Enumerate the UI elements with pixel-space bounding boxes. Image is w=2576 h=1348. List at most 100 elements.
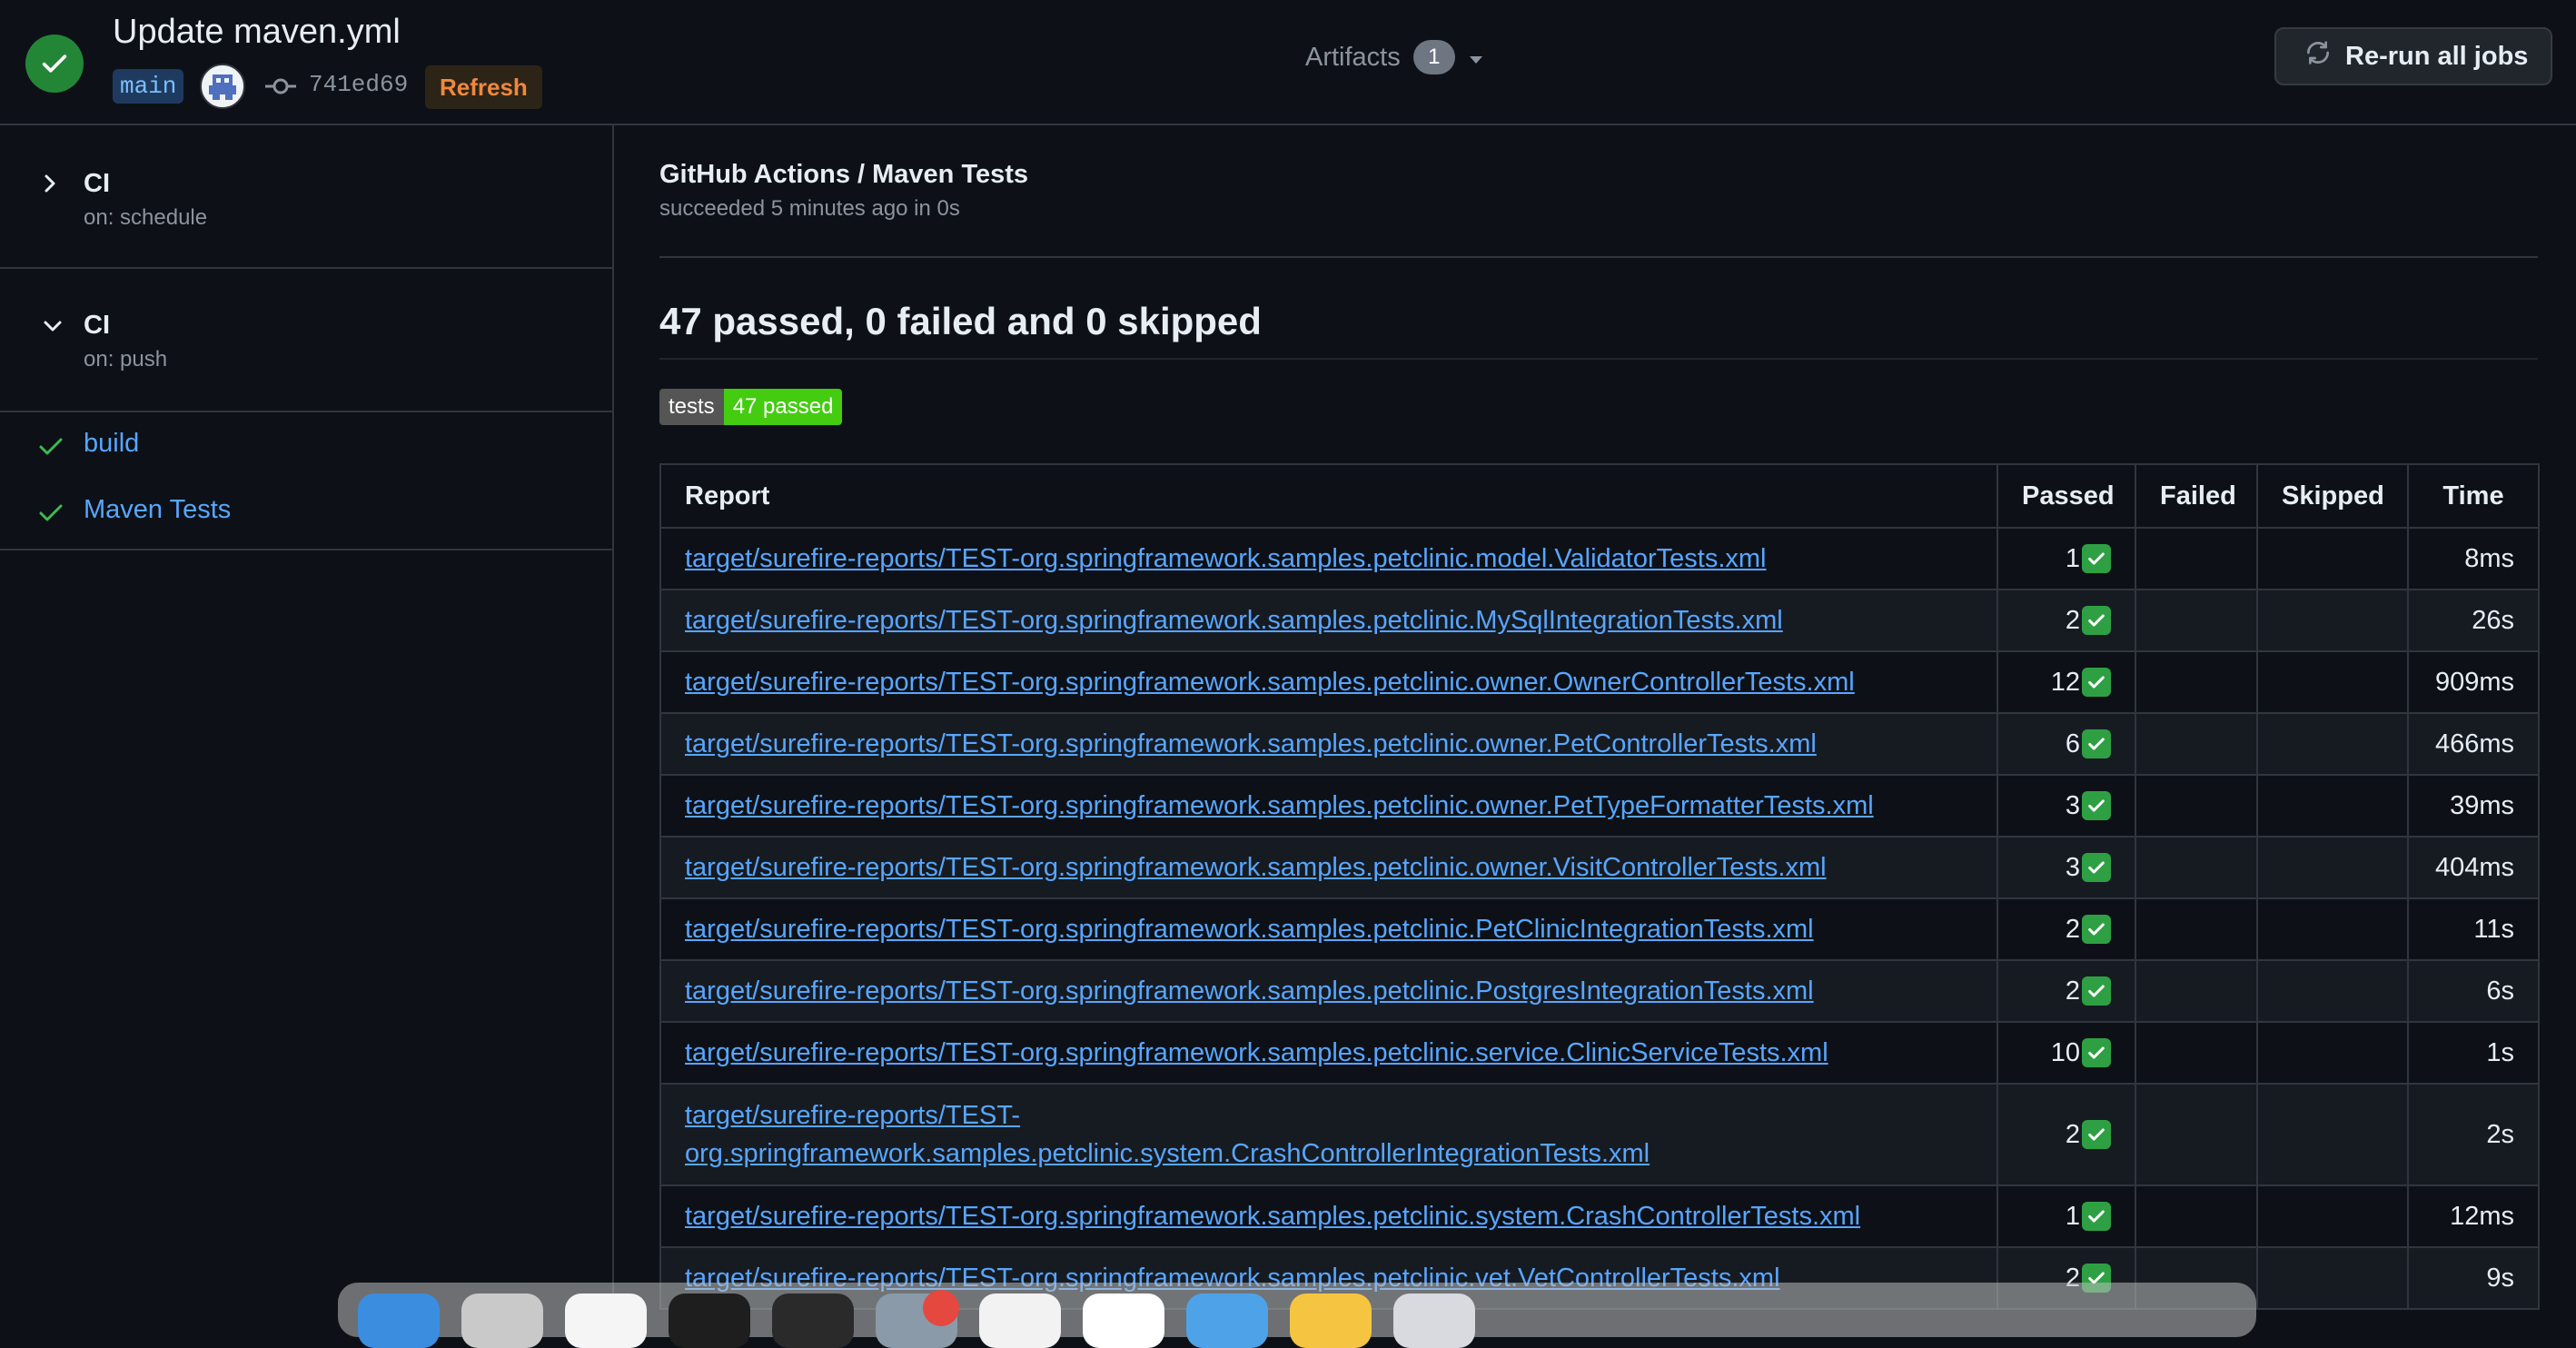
- time-cell: 39ms: [2407, 774, 2540, 838]
- passed-count: 3: [2065, 852, 2080, 882]
- dock-app-icon[interactable]: [565, 1293, 647, 1348]
- column-header-passed: Passed: [1996, 463, 2136, 529]
- report-cell: target/surefire-reports/TEST-org.springf…: [659, 1083, 1998, 1186]
- report-cell: target/surefire-reports/TEST-org.springf…: [659, 1184, 1998, 1248]
- check-mark-icon: [2082, 606, 2111, 635]
- caret-down-icon: [1468, 43, 1484, 73]
- time-cell: 1s: [2407, 1021, 2540, 1085]
- report-cell: target/surefire-reports/TEST-org.springf…: [659, 712, 1998, 776]
- dock-app-icon[interactable]: [358, 1293, 440, 1348]
- passed-count: 2: [2065, 914, 2080, 944]
- report-link[interactable]: target/surefire-reports/TEST-org.springf…: [685, 1038, 1828, 1067]
- failed-cell: [2135, 774, 2258, 838]
- passed-cell: 2: [1996, 589, 2136, 652]
- passed-cell: 12: [1996, 650, 2136, 714]
- check-mark-icon: [2082, 1038, 2111, 1067]
- report-cell: target/surefire-reports/TEST-org.springf…: [659, 1021, 1998, 1085]
- report-link[interactable]: target/surefire-reports/TEST-org.springf…: [685, 976, 1814, 1006]
- failed-cell: [2135, 712, 2258, 776]
- skipped-cell: [2256, 836, 2409, 899]
- report-cell: target/surefire-reports/TEST-org.springf…: [659, 836, 1998, 899]
- dock-app-icon[interactable]: [1083, 1293, 1164, 1348]
- macos-dock: [338, 1283, 2256, 1348]
- check-mark-icon: [2082, 668, 2111, 697]
- column-header-failed: Failed: [2135, 463, 2258, 529]
- artifacts-dropdown[interactable]: Artifacts 1: [1305, 40, 1484, 74]
- failed-cell: [2135, 897, 2258, 961]
- dock-app-icon[interactable]: [461, 1293, 543, 1348]
- report-link[interactable]: target/surefire-reports/TEST-org.springf…: [685, 791, 1874, 820]
- commit-sha-link[interactable]: 741ed69: [309, 71, 408, 98]
- sidebar-divider: [0, 549, 612, 550]
- sidebar-job-maven-tests[interactable]: Maven Tests: [0, 482, 612, 546]
- failed-cell: [2135, 836, 2258, 899]
- failed-cell: [2135, 1083, 2258, 1186]
- dock-app-icon[interactable]: [1290, 1293, 1372, 1348]
- dock-app-icon[interactable]: [1393, 1293, 1475, 1348]
- branch-tag[interactable]: main: [113, 69, 184, 104]
- table-row: target/surefire-reports/TEST-org.springf…: [659, 774, 2540, 838]
- dock-app-icon[interactable]: [979, 1293, 1061, 1348]
- report-link[interactable]: org.springframework.samples.petclinic.sy…: [685, 1139, 1650, 1168]
- report-link[interactable]: target/surefire-reports/TEST-org.springf…: [685, 668, 1855, 697]
- passed-cell: 1: [1996, 1184, 2136, 1248]
- rerun-label: Re-run all jobs: [2345, 41, 2529, 71]
- dock-app-icon[interactable]: [1186, 1293, 1268, 1348]
- report-cell: target/surefire-reports/TEST-org.springf…: [659, 589, 1998, 652]
- report-link[interactable]: target/surefire-reports/TEST-org.springf…: [685, 853, 1827, 882]
- skipped-cell: [2256, 712, 2409, 776]
- report-cell: target/surefire-reports/TEST-org.springf…: [659, 527, 1998, 590]
- report-table: Report Passed Failed Skipped Time target…: [659, 463, 2540, 1310]
- table-row: target/surefire-reports/TEST-org.springf…: [659, 1184, 2540, 1248]
- success-status-icon: [25, 35, 84, 93]
- table-header-row: Report Passed Failed Skipped Time: [659, 463, 2540, 529]
- check-mark-icon: [2082, 915, 2111, 944]
- passed-cell: 3: [1996, 774, 2136, 838]
- report-cell: target/surefire-reports/TEST-org.springf…: [659, 959, 1998, 1023]
- avatar[interactable]: [200, 64, 245, 109]
- report-link[interactable]: target/surefire-reports/TEST-org.springf…: [685, 544, 1767, 573]
- sidebar-job-build[interactable]: build: [0, 416, 612, 480]
- report-link[interactable]: target/surefire-reports/TEST-org.springf…: [685, 606, 1783, 635]
- refresh-button[interactable]: Refresh: [425, 65, 542, 109]
- skipped-cell: [2256, 959, 2409, 1023]
- passed-cell: 2: [1996, 959, 2136, 1023]
- check-mark-icon: [2082, 976, 2111, 1006]
- skipped-cell: [2256, 1021, 2409, 1085]
- check-icon: [38, 436, 64, 462]
- test-summary-heading: 47 passed, 0 failed and 0 skipped: [659, 300, 1262, 342]
- check-mark-icon: [2082, 729, 2111, 758]
- column-header-report: Report: [659, 463, 1998, 529]
- tests-passed-badge: tests 47 passed: [659, 389, 843, 425]
- check-mark-icon: [2082, 853, 2111, 882]
- badge-value: 47 passed: [723, 389, 843, 425]
- table-row: target/surefire-reports/TEST-org.springf…: [659, 650, 2540, 714]
- report-cell: target/surefire-reports/TEST-org.springf…: [659, 650, 1998, 714]
- chevron-right-icon[interactable]: [42, 173, 58, 199]
- badge-label: tests: [659, 389, 724, 425]
- skipped-cell: [2256, 897, 2409, 961]
- rerun-all-jobs-button[interactable]: Re-run all jobs: [2274, 27, 2552, 85]
- job-name: build: [84, 429, 140, 458]
- passed-cell: 1: [1996, 527, 2136, 590]
- workflow-trigger: on: schedule: [84, 205, 208, 230]
- dock-app-icon[interactable]: [772, 1293, 854, 1348]
- check-mark-icon: [2082, 1120, 2111, 1149]
- workflow-group-schedule[interactable]: CI on: schedule: [0, 125, 612, 269]
- report-link[interactable]: target/surefire-reports/TEST-: [685, 1101, 1020, 1130]
- run-header: Update maven.yml main 741ed69 Refresh Ar…: [0, 0, 2576, 125]
- skipped-cell: [2256, 589, 2409, 652]
- report-link[interactable]: target/surefire-reports/TEST-org.springf…: [685, 1202, 1860, 1231]
- dock-app-icon[interactable]: [669, 1293, 750, 1348]
- workflow-trigger: on: push: [84, 347, 168, 372]
- report-link[interactable]: target/surefire-reports/TEST-org.springf…: [685, 915, 1814, 944]
- check-run-title: GitHub Actions / Maven Tests: [659, 160, 1029, 189]
- passed-cell: 6: [1996, 712, 2136, 776]
- chevron-down-icon[interactable]: [42, 318, 64, 339]
- report-link[interactable]: target/surefire-reports/TEST-org.springf…: [685, 729, 1817, 758]
- passed-count: 2: [2065, 976, 2080, 1006]
- table-row: target/surefire-reports/TEST-org.springf…: [659, 589, 2540, 652]
- workflow-group-push[interactable]: CI on: push: [0, 269, 612, 412]
- time-cell: 26s: [2407, 589, 2540, 652]
- passed-cell: 2: [1996, 897, 2136, 961]
